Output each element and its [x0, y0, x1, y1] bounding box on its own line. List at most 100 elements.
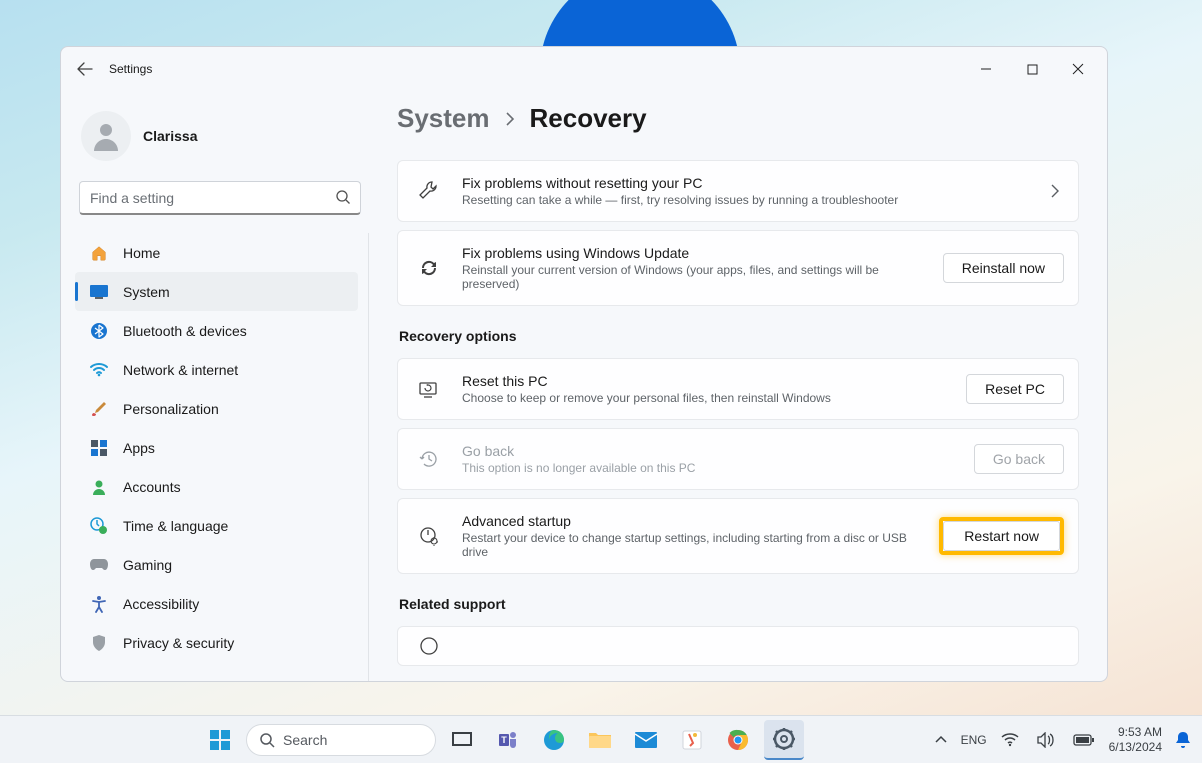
clock-time: 9:53 AM — [1109, 725, 1162, 739]
tray-overflow-button[interactable] — [931, 720, 951, 760]
user-name: Clarissa — [143, 128, 197, 144]
close-button[interactable] — [1055, 53, 1101, 85]
taskbar-app-chrome[interactable] — [718, 720, 758, 760]
accessibility-icon — [89, 594, 109, 614]
taskbar-app-edge[interactable] — [534, 720, 574, 760]
user-account-row[interactable]: Clarissa — [71, 107, 369, 181]
sidebar-item-label: Accessibility — [123, 596, 199, 612]
tray-battery[interactable] — [1069, 720, 1099, 760]
home-icon — [89, 243, 109, 263]
history-icon — [416, 446, 442, 472]
card-subtitle: This option is no longer available on th… — [462, 461, 958, 475]
teams-icon: T — [497, 729, 519, 751]
sidebar-item-time[interactable]: Time & language — [75, 506, 358, 545]
sync-icon — [416, 255, 442, 281]
card-title: Reset this PC — [462, 373, 950, 389]
account-icon — [89, 477, 109, 497]
sidebar-item-accessibility[interactable]: Accessibility — [75, 584, 358, 623]
search-input[interactable] — [79, 181, 361, 215]
back-button[interactable] — [67, 51, 103, 87]
battery-icon — [1073, 734, 1095, 746]
edge-icon — [543, 729, 565, 751]
sidebar-item-home[interactable]: Home — [75, 233, 358, 272]
sidebar-item-bluetooth[interactable]: Bluetooth & devices — [75, 311, 358, 350]
clock-globe-icon — [89, 516, 109, 536]
search-icon — [259, 732, 275, 748]
highlight-annotation: Restart now — [939, 517, 1064, 555]
taskbar-app-generic1[interactable] — [672, 720, 712, 760]
taskbar-app-explorer[interactable] — [580, 720, 620, 760]
wifi-icon — [89, 360, 109, 380]
taskbar-app-taskview[interactable] — [442, 720, 482, 760]
gear-icon — [773, 728, 795, 750]
sidebar-item-label: Time & language — [123, 518, 228, 534]
start-button[interactable] — [200, 720, 240, 760]
bluetooth-icon — [89, 321, 109, 341]
tray-volume[interactable] — [1033, 720, 1059, 760]
card-title: Fix problems without resetting your PC — [462, 175, 1030, 191]
language-indicator[interactable]: ENG — [961, 733, 987, 747]
apps-icon — [89, 438, 109, 458]
card-subtitle: Resetting can take a while — first, try … — [462, 193, 1030, 207]
card-title: Fix problems using Windows Update — [462, 245, 927, 261]
main-content: System Recovery Fix problems without res… — [369, 91, 1107, 681]
card-reset-pc: Reset this PC Choose to keep or remove y… — [397, 358, 1079, 420]
maximize-button[interactable] — [1009, 53, 1055, 85]
taskbar-search[interactable]: Search — [246, 724, 436, 756]
reset-pc-button[interactable]: Reset PC — [966, 374, 1064, 404]
gamepad-icon — [89, 555, 109, 575]
minimize-button[interactable] — [963, 53, 1009, 85]
restart-now-button[interactable]: Restart now — [943, 521, 1060, 551]
chevron-up-icon — [935, 735, 947, 745]
search-box[interactable] — [79, 181, 361, 215]
sidebar-item-label: Gaming — [123, 557, 172, 573]
brush-icon — [89, 399, 109, 419]
power-gear-icon — [416, 523, 442, 549]
clock[interactable]: 9:53 AM 6/13/2024 — [1109, 725, 1162, 754]
taskbar-app-mail[interactable] — [626, 720, 666, 760]
section-related-support: Related support — [399, 596, 1079, 612]
taskbar-app-settings[interactable] — [764, 720, 804, 760]
breadcrumb-current: Recovery — [530, 103, 647, 134]
card-advanced-startup: Advanced startup Restart your device to … — [397, 498, 1079, 574]
chrome-icon — [727, 729, 749, 751]
breadcrumb: System Recovery — [397, 91, 1079, 160]
sidebar-item-privacy[interactable]: Privacy & security — [75, 623, 358, 662]
svg-text:T: T — [501, 735, 507, 745]
sidebar-item-system[interactable]: System — [75, 272, 358, 311]
taskview-icon — [451, 731, 473, 749]
tray-wifi[interactable] — [997, 720, 1023, 760]
sidebar-item-label: Personalization — [123, 401, 219, 417]
mail-icon — [634, 731, 658, 749]
taskbar: Search T ENG — [0, 715, 1202, 763]
sidebar-item-network[interactable]: Network & internet — [75, 350, 358, 389]
sidebar-item-apps[interactable]: Apps — [75, 428, 358, 467]
chevron-right-icon — [504, 112, 516, 126]
window-title: Settings — [109, 62, 152, 76]
shield-icon — [89, 633, 109, 653]
wrench-icon — [416, 178, 442, 204]
sidebar-item-accounts[interactable]: Accounts — [75, 467, 358, 506]
system-icon — [89, 282, 109, 302]
sidebar-item-personalization[interactable]: Personalization — [75, 389, 358, 428]
card-subtitle: Reinstall your current version of Window… — [462, 263, 927, 291]
bell-icon — [1175, 731, 1191, 749]
windows-icon — [209, 729, 231, 751]
sidebar-item-label: Accounts — [123, 479, 181, 495]
search-icon — [335, 189, 351, 205]
card-related-support[interactable] — [397, 626, 1079, 666]
card-title: Advanced startup — [462, 513, 923, 529]
taskbar-app-teams[interactable]: T — [488, 720, 528, 760]
card-troubleshoot[interactable]: Fix problems without resetting your PC R… — [397, 160, 1079, 222]
sidebar-item-gaming[interactable]: Gaming — [75, 545, 358, 584]
reinstall-now-button[interactable]: Reinstall now — [943, 253, 1064, 283]
sidebar-item-label: Home — [123, 245, 160, 261]
notifications-button[interactable] — [1172, 720, 1194, 760]
card-subtitle: Choose to keep or remove your personal f… — [462, 391, 950, 405]
sidebar-item-label: Privacy & security — [123, 635, 234, 651]
arrow-left-icon — [77, 61, 93, 77]
taskbar-search-placeholder: Search — [283, 732, 327, 748]
breadcrumb-parent[interactable]: System — [397, 103, 490, 134]
maximize-icon — [1027, 64, 1038, 75]
settings-window: Settings Clarissa — [60, 46, 1108, 682]
